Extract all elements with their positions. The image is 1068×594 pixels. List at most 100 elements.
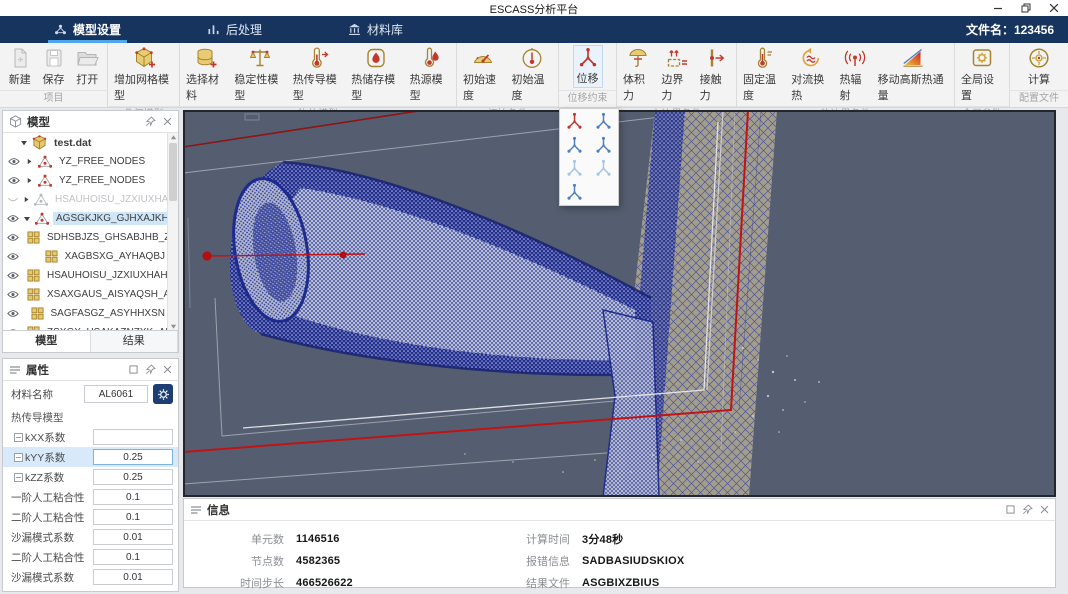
- eye-visible-icon[interactable]: [7, 252, 19, 261]
- caret-down-icon[interactable]: [20, 139, 28, 147]
- caret-down-icon[interactable]: [23, 215, 31, 223]
- collapse-box-icon[interactable]: [14, 453, 23, 462]
- tree-row-selected[interactable]: AGSGKJKG_GJHXAJKHXA: [3, 209, 168, 228]
- heat-conduction-section-label: 热传导模型: [3, 407, 178, 427]
- tab-result[interactable]: 结果: [91, 331, 179, 352]
- boundary-force-button[interactable]: 边界力: [657, 44, 695, 105]
- minimize-button[interactable]: [992, 2, 1004, 14]
- close-icon[interactable]: [163, 117, 172, 126]
- tab-model-setup[interactable]: 模型设置: [40, 16, 135, 43]
- close-button[interactable]: [1048, 2, 1060, 14]
- displacement-option-4[interactable]: [592, 134, 616, 156]
- tree-row[interactable]: SDHSBJZS_GHSABJHB_ZAHU: [3, 228, 168, 247]
- collapse-box-icon[interactable]: [14, 473, 23, 482]
- caret-right-icon[interactable]: [26, 177, 33, 184]
- material-name-input[interactable]: [84, 385, 148, 403]
- caret-right-icon[interactable]: [23, 196, 30, 203]
- property-row[interactable]: 二阶人工粘合性: [3, 507, 178, 527]
- property-row-kyy[interactable]: kYY系数: [3, 447, 178, 467]
- body-force-button[interactable]: 体积力: [619, 44, 657, 105]
- global-settings-button[interactable]: 全局设置: [957, 44, 1007, 105]
- second-order-viscosity-input-2[interactable]: [93, 549, 173, 565]
- initial-velocity-button[interactable]: 初始速度: [459, 44, 508, 105]
- heat-storage-model-button[interactable]: 热储存模型: [347, 44, 405, 105]
- moving-gauss-flux-button[interactable]: 移动高斯热通量: [874, 44, 952, 105]
- kzz-input[interactable]: [93, 469, 173, 485]
- pin-icon[interactable]: [145, 116, 156, 127]
- displacement-option-2[interactable]: [592, 111, 616, 133]
- tab-post-processing[interactable]: 后处理: [193, 16, 276, 43]
- viewport-3d[interactable]: [183, 110, 1056, 497]
- scroll-up-icon[interactable]: [168, 133, 178, 142]
- contact-force-button[interactable]: 接触力: [696, 44, 734, 105]
- tree-row-root[interactable]: test.dat: [3, 133, 168, 152]
- displacement-option-6[interactable]: [592, 158, 616, 180]
- property-row[interactable]: 沙漏模式系数: [3, 527, 178, 547]
- kyy-input[interactable]: [93, 449, 173, 465]
- eye-visible-icon[interactable]: [7, 233, 19, 242]
- displacement-option-1[interactable]: [563, 111, 587, 133]
- property-row[interactable]: 一阶人工粘合性: [3, 487, 178, 507]
- tree-row[interactable]: XSAXGAUS_AISYAQSH_ASHX: [3, 285, 168, 304]
- displacement-option-3[interactable]: [563, 134, 587, 156]
- property-row[interactable]: 沙漏模式系数: [3, 567, 178, 587]
- eye-visible-icon[interactable]: [7, 290, 19, 299]
- property-row-kzz[interactable]: kZZ系数: [3, 467, 178, 487]
- scrollbar-thumb[interactable]: [169, 143, 177, 201]
- thermal-radiation-button[interactable]: 热辐射: [835, 44, 873, 105]
- tree-row-hidden[interactable]: HSAUHOISU_JZXIUXHAHX: [3, 190, 168, 209]
- add-mesh-model-icon: [132, 46, 156, 70]
- tree-scrollbar[interactable]: [167, 133, 178, 331]
- save-button[interactable]: 保存: [38, 44, 70, 89]
- new-button[interactable]: 新建: [4, 44, 36, 89]
- add-mesh-model-button[interactable]: 增加网格模型: [110, 44, 177, 105]
- pin-icon[interactable]: [1022, 504, 1033, 515]
- maximize-icon[interactable]: [129, 365, 138, 374]
- tab-label: 材料库: [367, 21, 403, 38]
- tree-row[interactable]: SAGFASGZ_ASYHHXSN: [3, 304, 168, 323]
- stat-compute-time: 计算时间 3分48秒: [504, 529, 684, 548]
- property-row-kxx[interactable]: kXX系数: [3, 427, 178, 447]
- close-icon[interactable]: [163, 365, 172, 374]
- first-order-viscosity-input[interactable]: [93, 489, 173, 505]
- material-settings-button[interactable]: [153, 384, 173, 404]
- constraint-axes-icon: [565, 183, 584, 202]
- eye-visible-icon[interactable]: [7, 271, 19, 280]
- stability-model-button[interactable]: 稳定性模型: [230, 44, 288, 105]
- tab-model[interactable]: 模型: [3, 331, 91, 352]
- eye-visible-icon[interactable]: [7, 309, 19, 318]
- second-order-viscosity-input[interactable]: [93, 509, 173, 525]
- fixed-temperature-button[interactable]: 固定温度: [739, 44, 787, 105]
- eye-hidden-icon[interactable]: [7, 195, 19, 204]
- displacement-option-7[interactable]: [563, 181, 587, 203]
- tree-row[interactable]: YZ_FREE_NODES: [3, 171, 168, 190]
- eye-visible-icon[interactable]: [7, 214, 19, 223]
- heat-conduction-model-button[interactable]: 热传导模型: [289, 44, 347, 105]
- kxx-input[interactable]: [93, 429, 173, 445]
- convection-button[interactable]: 对流换热: [787, 44, 835, 105]
- caret-right-icon[interactable]: [26, 158, 33, 165]
- restore-button[interactable]: [1020, 2, 1032, 14]
- initial-temperature-button[interactable]: 初始温度: [508, 44, 557, 105]
- tab-material-library[interactable]: 材料库: [334, 16, 417, 43]
- collapse-box-icon[interactable]: [14, 433, 23, 442]
- heat-source-model-button[interactable]: 热源模型: [406, 44, 454, 105]
- eye-visible-icon[interactable]: [8, 176, 20, 185]
- eye-visible-icon[interactable]: [8, 157, 20, 166]
- maximize-icon[interactable]: [1006, 505, 1015, 514]
- displacement-button[interactable]: 位移: [573, 45, 603, 88]
- pin-icon[interactable]: [145, 364, 156, 375]
- hourglass-coefficient-input-2[interactable]: [93, 569, 173, 585]
- tree-row[interactable]: XAGBSXG_AYHAQBJ: [3, 247, 168, 266]
- tree-row[interactable]: YZ_FREE_NODES: [3, 152, 168, 171]
- hourglass-coefficient-input[interactable]: [93, 529, 173, 545]
- close-icon[interactable]: [1040, 505, 1049, 514]
- material-library-icon: [348, 23, 361, 36]
- open-button[interactable]: 打开: [71, 44, 103, 89]
- select-material-button[interactable]: 选择材料: [182, 44, 230, 105]
- global-settings-icon: [970, 46, 994, 70]
- compute-button[interactable]: 计算: [1023, 44, 1055, 89]
- displacement-option-5[interactable]: [563, 158, 587, 180]
- tree-row[interactable]: HSAUHOISU_JZXIUXHAHX: [3, 266, 168, 285]
- property-row[interactable]: 二阶人工粘合性: [3, 547, 178, 567]
